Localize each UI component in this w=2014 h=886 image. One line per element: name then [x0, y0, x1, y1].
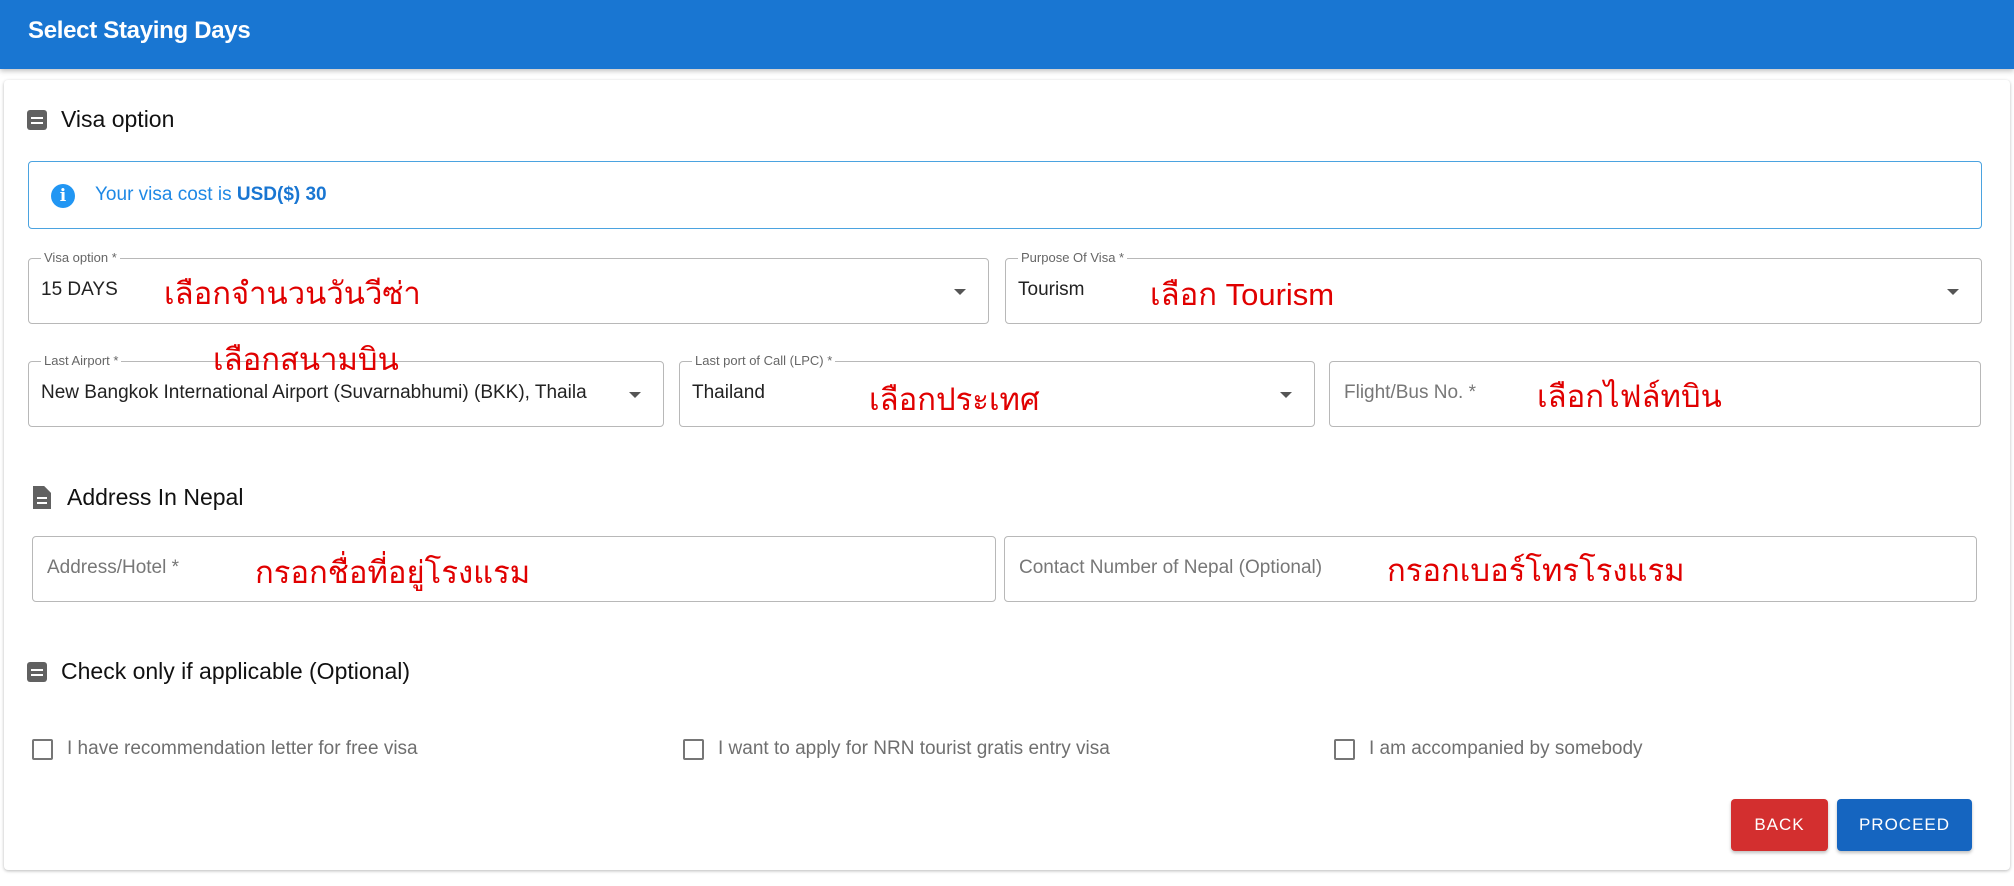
document-icon [33, 486, 51, 509]
checkbox-recommendation-letter[interactable]: I have recommendation letter for free vi… [32, 738, 418, 760]
last-port-value: Thailand [692, 382, 765, 403]
annotation-hotel: กรอกชื่อที่อยู่โรงแรม [255, 555, 531, 590]
flight-number-placeholder: Flight/Bus No. * [1344, 382, 1476, 403]
address-section-title: Address In Nepal [67, 484, 244, 510]
annotation-tourism: เลือก Tourism [1150, 277, 1335, 312]
annotation-phone: กรอกเบอร์โทรโรงแรม [1387, 553, 1685, 588]
address-hotel-placeholder: Address/Hotel * [47, 557, 180, 578]
visa-section-header[interactable]: Visa option [27, 106, 174, 133]
annotation-airport: เลือกสนามบิน [213, 342, 399, 377]
visa-cost-alert: i Your visa cost is USD($) 30 [28, 161, 1982, 229]
chevron-down-icon[interactable] [1947, 289, 1959, 295]
title-bar: Select Staying Days [0, 0, 2014, 69]
contact-number-placeholder: Contact Number of Nepal (Optional) [1019, 557, 1323, 578]
last-airport-label: Last Airport * [41, 353, 122, 369]
checkbox[interactable] [683, 738, 704, 760]
chevron-down-icon[interactable] [1280, 392, 1292, 398]
optional-section-header[interactable]: Check only if applicable (Optional) [27, 658, 410, 685]
checkbox-accompanied[interactable]: I am accompanied by somebody [1334, 738, 1643, 760]
back-button[interactable]: BACK [1731, 799, 1828, 851]
visa-option-label: Visa option * [41, 250, 120, 266]
checkbox-label: I want to apply for NRN tourist gratis e… [718, 738, 1110, 759]
proceed-button[interactable]: PROCEED [1837, 799, 1972, 851]
last-port-label: Last port of Call (LPC) * [692, 353, 836, 369]
chevron-down-icon[interactable] [629, 392, 641, 398]
checkbox-label: I have recommendation letter for free vi… [67, 738, 418, 759]
collapse-icon[interactable] [27, 661, 47, 682]
collapse-icon[interactable] [27, 109, 47, 130]
visa-section-title: Visa option [61, 106, 175, 132]
visa-cost-message: Your visa cost is USD($) 30 [95, 184, 327, 206]
visa-cost-amount: USD($) 30 [236, 184, 327, 205]
visa-option-value: 15 DAYS [41, 279, 118, 300]
chevron-down-icon[interactable] [954, 289, 966, 295]
annotation-visa-days: เลือกจำนวนวันวีซ่า [164, 276, 421, 311]
checkbox-nrn-gratis-visa[interactable]: I want to apply for NRN tourist gratis e… [683, 738, 1110, 760]
last-airport-value: New Bangkok International Airport (Suvar… [41, 382, 587, 403]
info-icon: i [51, 184, 75, 208]
purpose-value: Tourism [1018, 279, 1085, 300]
checkbox[interactable] [32, 738, 53, 760]
checkbox[interactable] [1334, 738, 1355, 760]
address-section-header[interactable]: Address In Nepal [33, 484, 243, 511]
annotation-flight: เลือกไฟล์ทบิน [1537, 379, 1722, 414]
visa-cost-prefix: Your visa cost is [95, 184, 232, 205]
annotation-country: เลือกประเทศ [869, 382, 1040, 417]
optional-section-title: Check only if applicable (Optional) [61, 658, 411, 684]
page-title: Select Staying Days [28, 17, 251, 44]
purpose-label: Purpose Of Visa * [1018, 250, 1128, 266]
checkbox-label: I am accompanied by somebody [1369, 738, 1643, 759]
